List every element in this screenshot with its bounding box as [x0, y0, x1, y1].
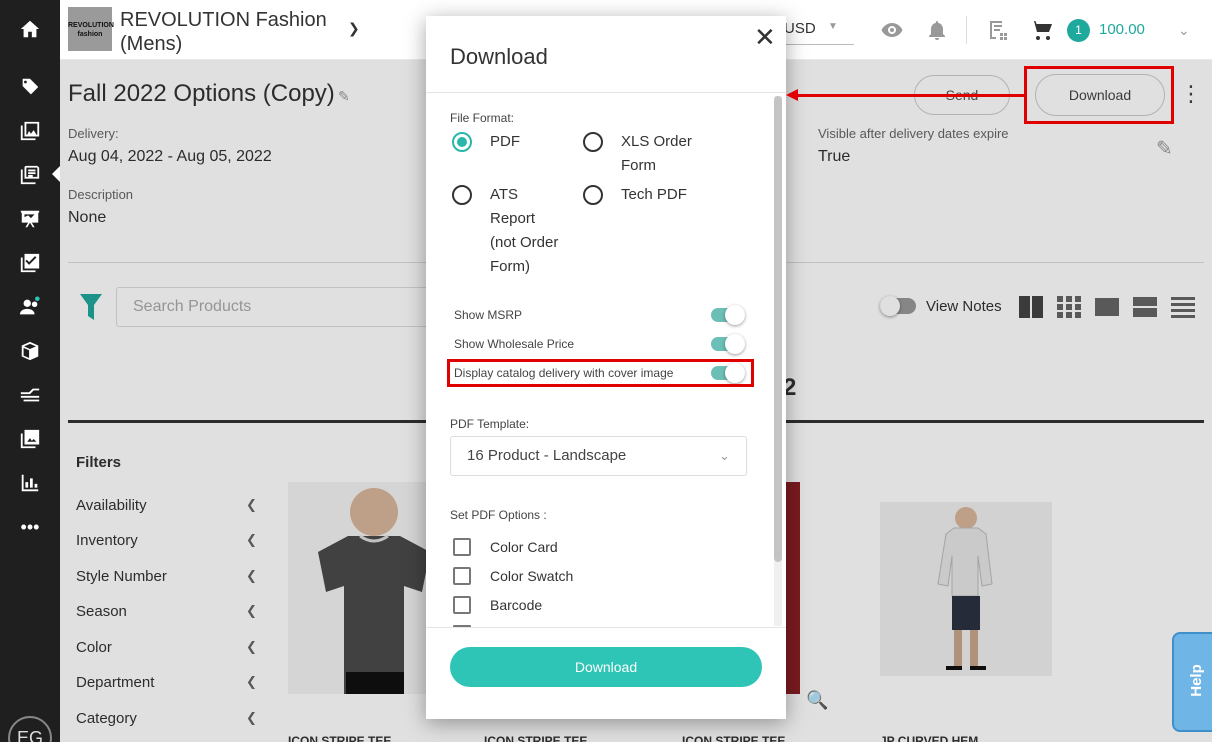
tag-icon[interactable] [17, 74, 43, 100]
radio-tech-pdf-label[interactable]: Tech PDF [621, 183, 711, 207]
modal-download-button[interactable]: Download [450, 647, 762, 687]
checkbox-barcode-label[interactable]: Barcode [490, 597, 542, 613]
help-tab[interactable]: Help [1172, 632, 1212, 732]
checklist-icon[interactable] [17, 250, 43, 276]
scroll-thumb[interactable] [774, 96, 782, 562]
brand-selector[interactable]: REVOLUTION Fashion (Mens) [120, 8, 327, 56]
checkbox-color-card[interactable] [453, 538, 471, 556]
annotation-highlight-download [1024, 66, 1174, 124]
tags-discount-icon[interactable] [17, 382, 43, 408]
presentation-icon[interactable] [17, 206, 43, 232]
chevron-down-icon: ⌄ [719, 448, 730, 463]
annotation-arrow [796, 94, 1026, 97]
active-indicator [52, 166, 60, 182]
brand-logo: REVOLUTION fashion [68, 7, 114, 51]
radio-ats-report-label[interactable]: ATS Report (not Order Form) [490, 183, 564, 279]
close-icon[interactable]: ✕ [754, 24, 776, 50]
currency-chevron-icon: ▼ [828, 21, 838, 32]
radio-tech-pdf[interactable] [583, 185, 603, 205]
annotation-arrow-head [786, 89, 798, 101]
cart-total[interactable]: 100.00 [1099, 21, 1145, 38]
pdf-options-label: Set PDF Options : [450, 508, 547, 522]
radio-xls-order-form[interactable] [583, 132, 603, 152]
show-msrp-label: Show MSRP [454, 308, 523, 322]
image-library-icon[interactable] [17, 426, 43, 452]
checkbox-barcode[interactable] [453, 596, 471, 614]
annotation-highlight-cover-toggle [447, 359, 754, 387]
radio-pdf-label[interactable]: PDF [490, 130, 550, 154]
brand-name: REVOLUTION Fashion [120, 9, 327, 31]
pdf-template-select[interactable]: 16 Product - Landscape ⌄ [450, 436, 747, 476]
cart-icon[interactable] [1030, 18, 1054, 42]
file-format-label: File Format: [450, 111, 515, 125]
home-icon[interactable] [17, 16, 43, 42]
more-icon[interactable]: ••• [17, 514, 43, 540]
show-wholesale-toggle[interactable] [711, 334, 745, 354]
bell-icon[interactable] [925, 18, 949, 42]
show-msrp-toggle[interactable] [711, 305, 745, 325]
scan-order-icon[interactable] [986, 18, 1010, 42]
reports-icon[interactable] [17, 470, 43, 496]
cart-count-badge: 1 [1067, 19, 1090, 42]
modal-title: Download [450, 44, 548, 69]
box-icon[interactable] [17, 338, 43, 364]
checkbox-color-swatch[interactable] [453, 567, 471, 585]
account-chevron-icon[interactable]: ⌄ [1178, 22, 1190, 39]
users-icon[interactable] [17, 294, 43, 320]
sidebar: ••• EG [0, 0, 60, 742]
show-wholesale-label: Show Wholesale Price [454, 337, 575, 351]
pdf-template-label: PDF Template: [450, 417, 530, 431]
catalog-icon[interactable] [17, 162, 43, 188]
avatar[interactable]: EG [8, 716, 52, 742]
checkbox-color-swatch-label[interactable]: Color Swatch [490, 568, 573, 584]
gallery-icon[interactable] [17, 118, 43, 144]
radio-xls-order-form-label[interactable]: XLS Order Form [621, 130, 705, 178]
radio-pdf[interactable] [452, 132, 472, 152]
brand-sub: (Mens) [120, 33, 183, 55]
eye-icon[interactable] [880, 18, 904, 42]
modal-scrollbar[interactable] [774, 96, 782, 626]
chevron-down-icon[interactable]: ❯ [348, 20, 360, 37]
radio-ats-report[interactable] [452, 185, 472, 205]
currency-select[interactable]: USD [784, 20, 816, 37]
checkbox-color-card-label[interactable]: Color Card [490, 539, 558, 555]
